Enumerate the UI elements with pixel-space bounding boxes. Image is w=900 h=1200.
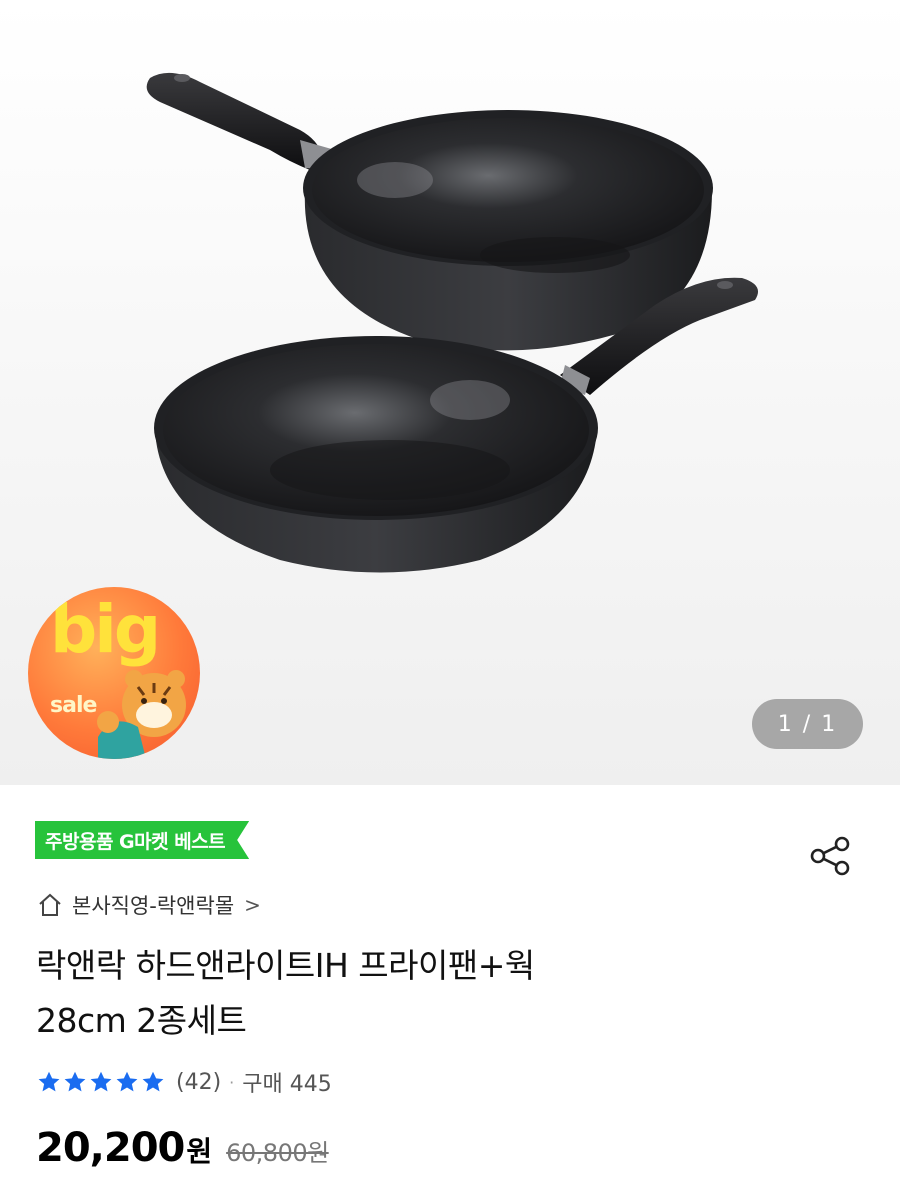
shop-link[interactable]: 본사직영-락앤락몰 > xyxy=(36,889,261,921)
star-icon xyxy=(116,1071,138,1092)
product-info-section: 주방용품 G마켓 베스트 본사직영-락앤락몰 > 락앤락 하드앤라이트IH 프라… xyxy=(0,785,900,1200)
star-rating xyxy=(36,1069,166,1095)
product-title: 락앤락 하드앤라이트IH 프라이팬+웍 28cm 2종세트 xyxy=(36,938,856,1048)
best-seller-tag[interactable]: 주방용품 G마켓 베스트 xyxy=(35,821,249,859)
star-icon xyxy=(64,1071,86,1092)
star-icon xyxy=(142,1071,164,1092)
star-icon xyxy=(38,1071,60,1092)
separator-dot: · xyxy=(229,1072,235,1092)
original-price: 60,800원 xyxy=(226,1139,329,1167)
product-title-line2: 28cm 2종세트 xyxy=(36,1001,247,1040)
price-row: 20,200 원 60,800원 xyxy=(36,1125,329,1181)
product-image-gallery[interactable]: big sale 1 / 1 xyxy=(0,0,900,785)
home-icon xyxy=(39,893,61,916)
star-icon xyxy=(90,1071,112,1092)
current-price: 20,200 xyxy=(36,1125,185,1171)
tiger-mascot-icon xyxy=(97,670,186,759)
review-count[interactable]: (42) xyxy=(176,1070,221,1095)
share-icon[interactable] xyxy=(806,832,854,880)
shop-name: 본사직영-락앤락몰 xyxy=(72,894,235,918)
product-title-line1: 락앤락 하드앤라이트IH 프라이팬+웍 xyxy=(36,946,535,985)
currency-unit: 원 xyxy=(186,1135,213,1168)
rating-row[interactable]: (42) · 구매 445 xyxy=(36,1065,332,1099)
image-counter: 1 / 1 xyxy=(752,699,863,749)
chevron-right-icon: > xyxy=(244,893,261,917)
purchase-count: 구매 445 xyxy=(242,1072,332,1097)
big-sale-badge: big sale xyxy=(28,587,200,759)
